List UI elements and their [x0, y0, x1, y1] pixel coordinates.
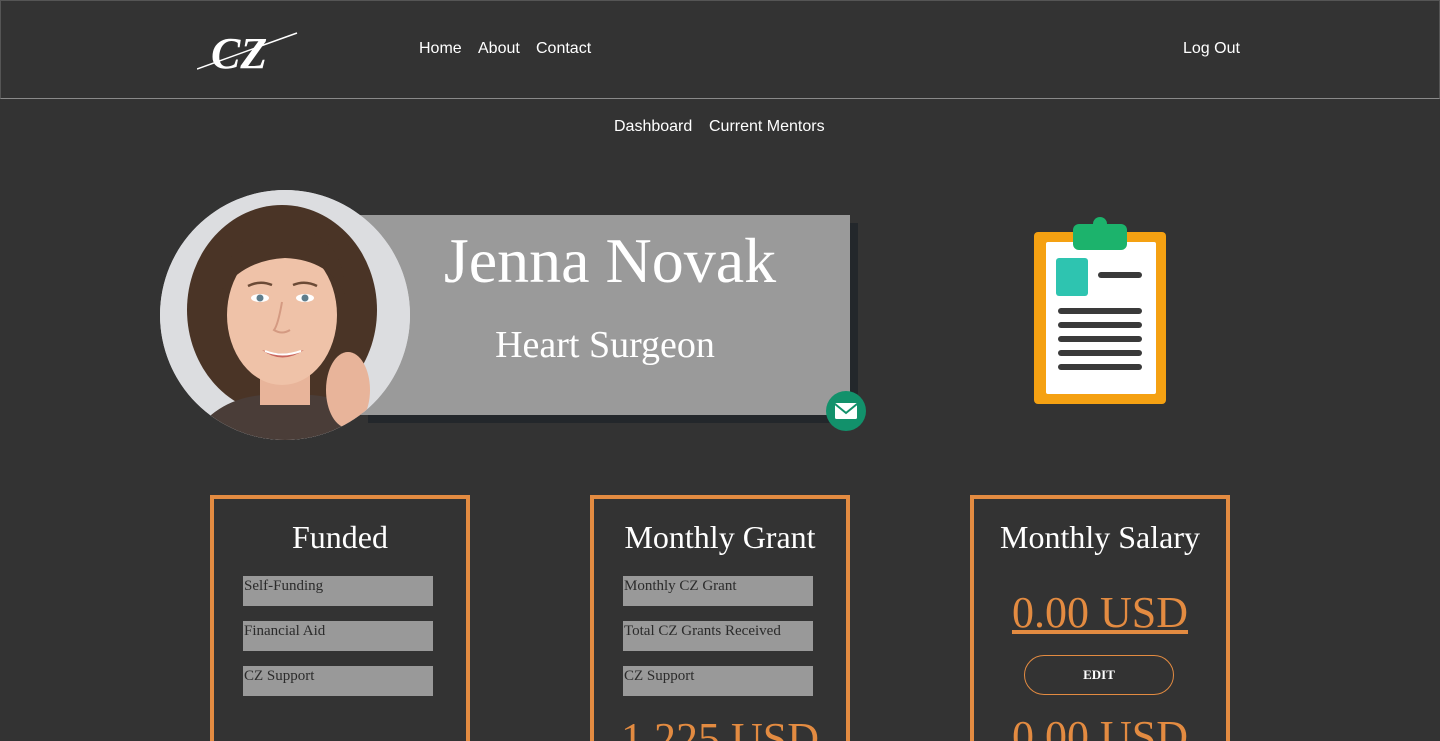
salary-amount-link[interactable]: 0.00 USD: [974, 587, 1226, 638]
clipboard-icon[interactable]: [1030, 216, 1170, 406]
edit-button[interactable]: EDIT: [1024, 655, 1174, 695]
svg-text:CZ: CZ: [211, 29, 267, 75]
self-funding-field[interactable]: Self-Funding: [243, 576, 433, 606]
grant-amount: 1,225 USD: [620, 714, 820, 741]
funded-card: Funded Self-Funding Financial Aid CZ Sup…: [210, 495, 470, 741]
total-cz-grants-field[interactable]: Total CZ Grants Received: [623, 621, 813, 651]
financial-aid-field[interactable]: Financial Aid: [243, 621, 433, 651]
profile-name: Jenna Novak: [443, 225, 777, 296]
profile-title: Heart Surgeon: [495, 324, 715, 366]
email-button[interactable]: [826, 391, 866, 431]
cz-support-field[interactable]: CZ Support: [243, 666, 433, 696]
funded-title: Funded: [292, 519, 388, 555]
nav-home-link[interactable]: Home: [419, 40, 462, 58]
nav-contact-link[interactable]: Contact: [536, 40, 591, 58]
envelope-icon: [834, 403, 858, 419]
cz-logo[interactable]: CZ: [196, 27, 301, 78]
monthly-salary-card: Monthly Salary 0.00 USD EDIT 0.00 USD: [970, 495, 1230, 741]
top-nav-bar: CZ Home About Contact Log Out: [0, 0, 1440, 99]
salary-amount-secondary: 0.00 USD: [1011, 712, 1189, 741]
current-mentors-link[interactable]: Current Mentors: [709, 118, 825, 136]
logout-link[interactable]: Log Out: [1183, 40, 1240, 58]
monthly-salary-title: Monthly Salary: [1000, 519, 1200, 555]
monthly-cz-grant-field[interactable]: Monthly CZ Grant: [623, 576, 813, 606]
grant-cz-support-field[interactable]: CZ Support: [623, 666, 813, 696]
nav-about-link[interactable]: About: [478, 40, 520, 58]
monthly-grant-title: Monthly Grant: [624, 519, 816, 555]
monthly-grant-card: Monthly Grant Monthly CZ Grant Total CZ …: [590, 495, 850, 741]
avatar: [160, 190, 410, 440]
dashboard-link[interactable]: Dashboard: [614, 118, 692, 136]
